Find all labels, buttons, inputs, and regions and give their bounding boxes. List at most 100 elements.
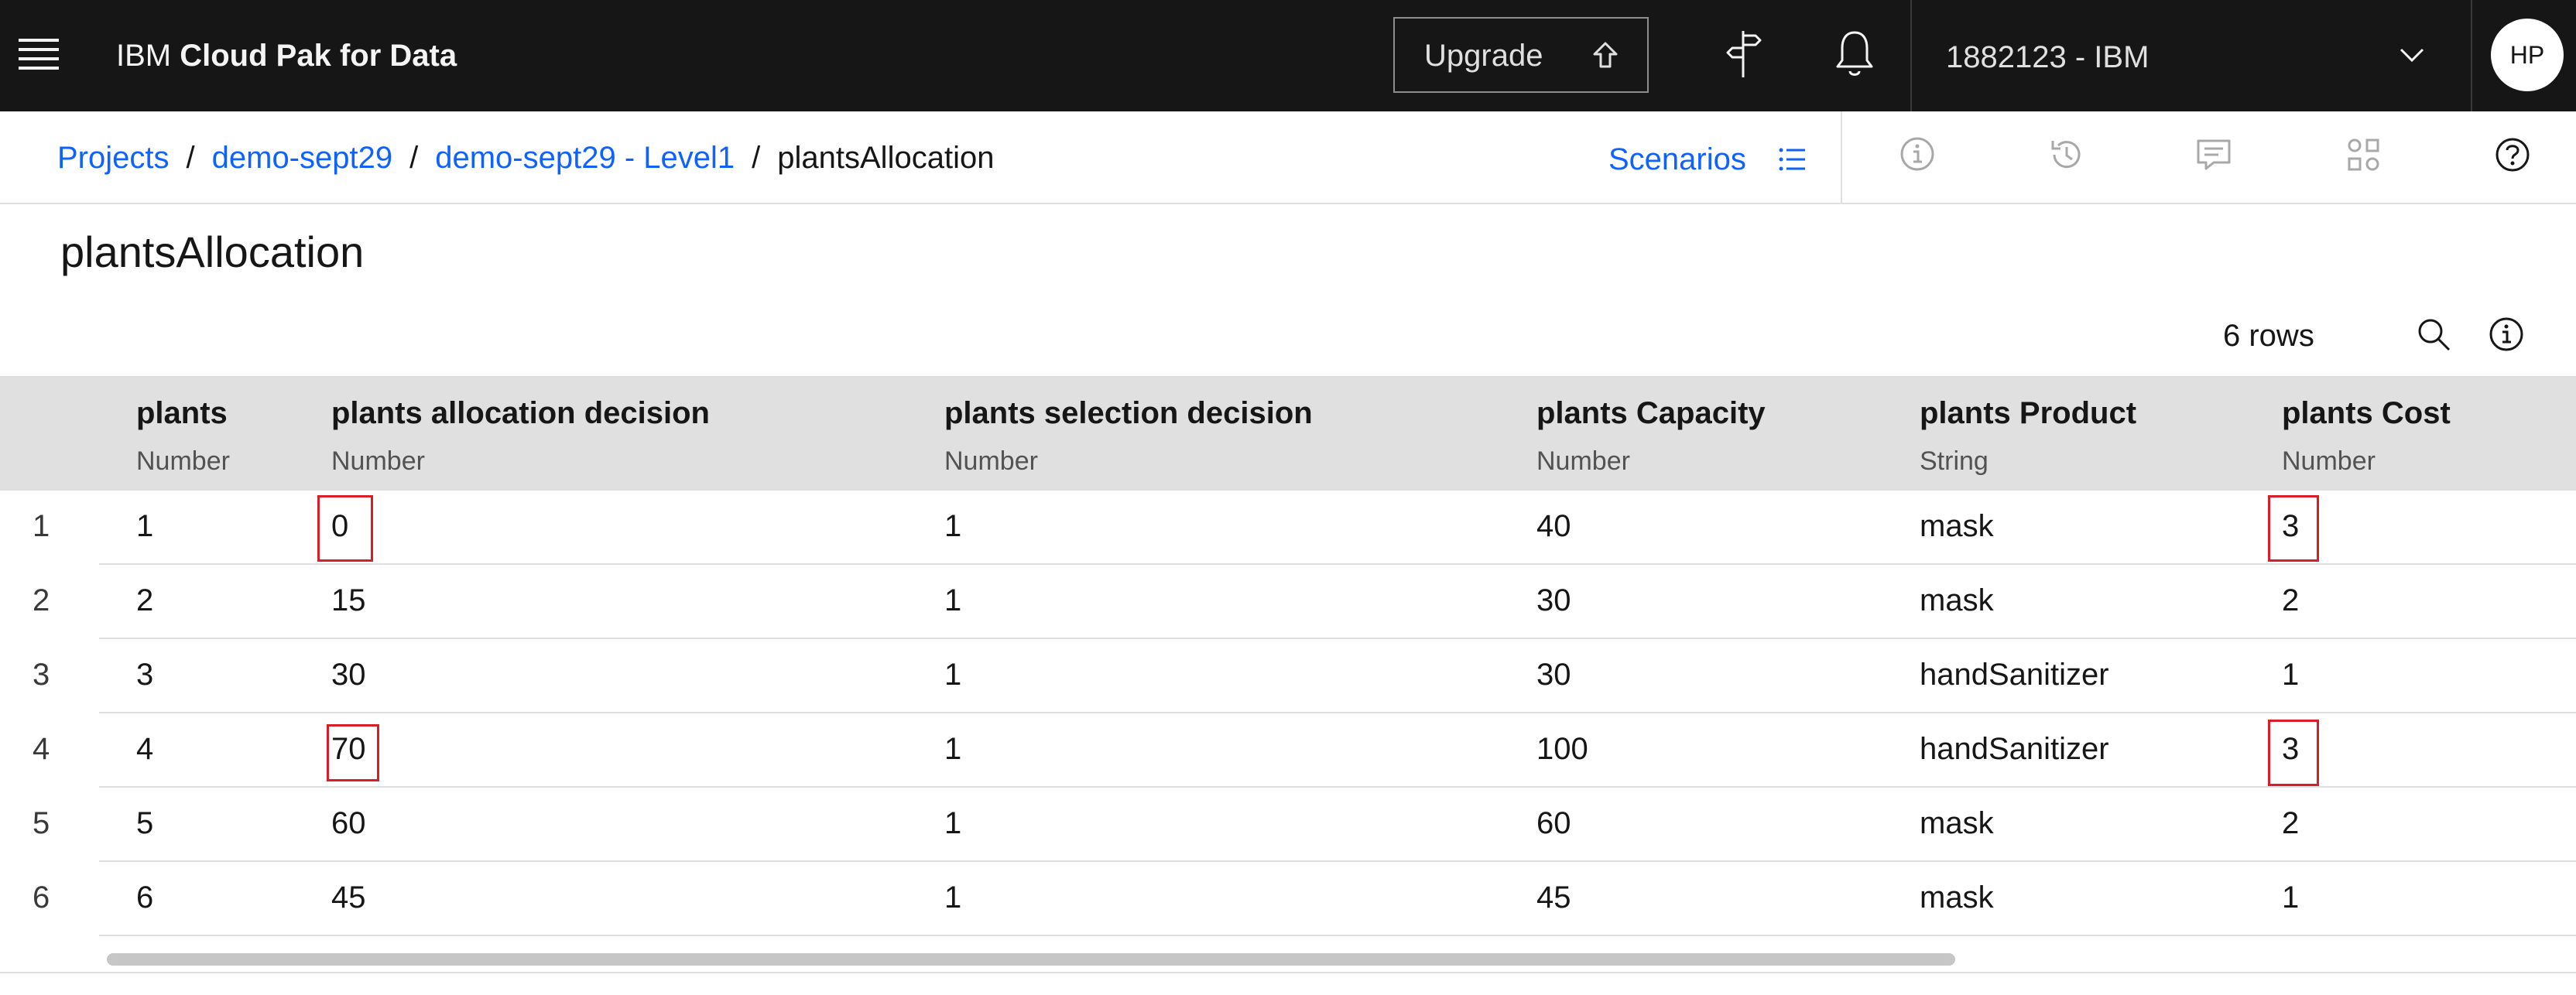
highlight-box [317,495,373,562]
signpost-icon[interactable] [1723,26,1766,82]
brand-product: Cloud Pak for Data [180,39,457,73]
column-type: Number [1536,446,1630,476]
history-icon[interactable] [2048,136,2085,173]
cell-allocation-decision: 45 [331,880,366,915]
row-index: 5 [33,806,50,840]
breadcrumb-projects[interactable]: Projects [57,141,170,175]
info-icon[interactable] [1899,136,1935,172]
cell-capacity: 40 [1536,509,1571,543]
column-header-cost[interactable]: plants Cost [2282,392,2451,435]
breadcrumb-current: plantsAllocation [777,141,995,175]
highlight-box [327,724,379,781]
cell-product: mask [1920,880,1994,915]
cell-selection-decision: 1 [944,732,962,766]
apps-icon[interactable] [2345,136,2382,173]
cell-cost: 2 [2282,583,2300,617]
cell-selection-decision: 1 [944,658,962,692]
column-header-allocation-decision[interactable]: plants allocation decision [331,392,710,435]
column-type: Number [331,446,425,476]
scrollbar-thumb[interactable] [107,953,1955,966]
row-index: 1 [33,509,50,543]
cell-capacity: 100 [1536,732,1588,766]
breadcrumb-separator: / [186,141,195,175]
cell-selection-decision: 1 [944,583,962,617]
row-index: 4 [33,732,50,766]
cell-allocation-decision: 30 [331,658,366,692]
highlight-box [2268,495,2319,562]
brand-prefix: IBM [116,39,172,73]
column-header-capacity[interactable]: plants Capacity [1536,392,1766,435]
row-index: 2 [33,583,50,617]
header-divider [1910,0,1912,111]
scenarios-link[interactable]: Scenarios [1608,138,1746,181]
table-row[interactable]: 4 4 70 1 100 handSanitizer 3 [0,713,2576,788]
cell-selection-decision: 1 [944,806,962,840]
breadcrumb-project[interactable]: demo-sept29 [212,141,392,175]
cell-plants: 2 [136,583,154,617]
cell-product: mask [1920,806,1994,840]
table-row[interactable]: 3 3 30 1 30 handSanitizer 1 [0,639,2576,713]
highlight-box [2268,720,2319,786]
cell-allocation-decision: 15 [331,583,366,617]
menu-icon[interactable] [19,37,59,71]
cell-product: handSanitizer [1920,732,2109,766]
row-index: 6 [33,880,50,915]
column-type: Number [136,446,230,476]
row-index: 3 [33,658,50,692]
cell-capacity: 60 [1536,806,1571,840]
header-divider [2471,0,2472,111]
toolbar-divider [1841,111,1842,203]
table-header: plants Number plants allocation decision… [0,376,2576,491]
table-row[interactable]: 2 2 15 1 30 mask 2 [0,565,2576,639]
table-row[interactable]: 5 5 60 1 60 mask 2 [0,788,2576,862]
column-type: Number [2282,446,2376,476]
table-row[interactable]: 6 6 45 1 45 mask 1 [0,862,2576,936]
breadcrumb-bar: Projects / demo-sept29 / demo-sept29 - Level… [0,111,2576,204]
row-count: 6 rows [2223,319,2314,353]
cell-allocation-decision: 60 [331,806,366,840]
table-row[interactable]: 1 1 0 1 40 mask 3 [0,491,2576,565]
list-icon[interactable] [1777,144,1808,175]
breadcrumb: Projects / demo-sept29 / demo-sept29 - Level… [57,136,994,180]
column-header-product[interactable]: plants Product [1920,392,2136,435]
cell-product: mask [1920,583,1994,617]
upgrade-button[interactable]: Upgrade [1393,17,1649,93]
upgrade-label: Upgrade [1424,39,1543,73]
horizontal-scrollbar[interactable] [99,950,2576,966]
account-switcher[interactable]: 1882123 - IBM [1946,36,2149,79]
product-brand[interactable]: IBM Cloud Pak for Data [116,34,457,77]
help-icon[interactable] [2494,136,2531,173]
cell-plants: 5 [136,806,154,840]
breadcrumb-level[interactable]: demo-sept29 - Level1 [435,141,735,175]
cell-capacity: 45 [1536,880,1571,915]
top-header: IBM Cloud Pak for Data Upgrade 1882123 -… [0,0,2576,111]
chevron-down-icon[interactable] [2398,45,2426,63]
column-type: String [1920,446,1989,476]
row-divider [99,935,2576,936]
table-bottom-divider [0,972,2576,973]
cell-product: handSanitizer [1920,658,2109,692]
column-header-plants[interactable]: plants [136,392,228,435]
breadcrumb-separator: / [752,141,761,175]
cell-cost: 2 [2282,806,2300,840]
cell-plants: 3 [136,658,154,692]
cell-plants: 1 [136,509,154,543]
search-icon[interactable] [2415,316,2452,353]
column-header-selection-decision[interactable]: plants selection decision [944,392,1313,435]
cell-capacity: 30 [1536,658,1571,692]
cell-product: mask [1920,509,1994,543]
cell-plants: 6 [136,880,154,915]
cell-capacity: 30 [1536,583,1571,617]
info-icon[interactable] [2488,316,2525,353]
cell-selection-decision: 1 [944,509,962,543]
cell-selection-decision: 1 [944,880,962,915]
avatar[interactable]: HP [2491,19,2564,91]
page-title: plantsAllocation [60,227,365,276]
breadcrumb-separator: / [409,141,419,175]
comment-icon[interactable] [2195,136,2232,173]
cell-cost: 1 [2282,880,2300,915]
column-type: Number [944,446,1038,476]
arrow-up-icon [1593,42,1618,68]
notification-bell-icon[interactable] [1831,26,1878,82]
cell-cost: 1 [2282,658,2300,692]
